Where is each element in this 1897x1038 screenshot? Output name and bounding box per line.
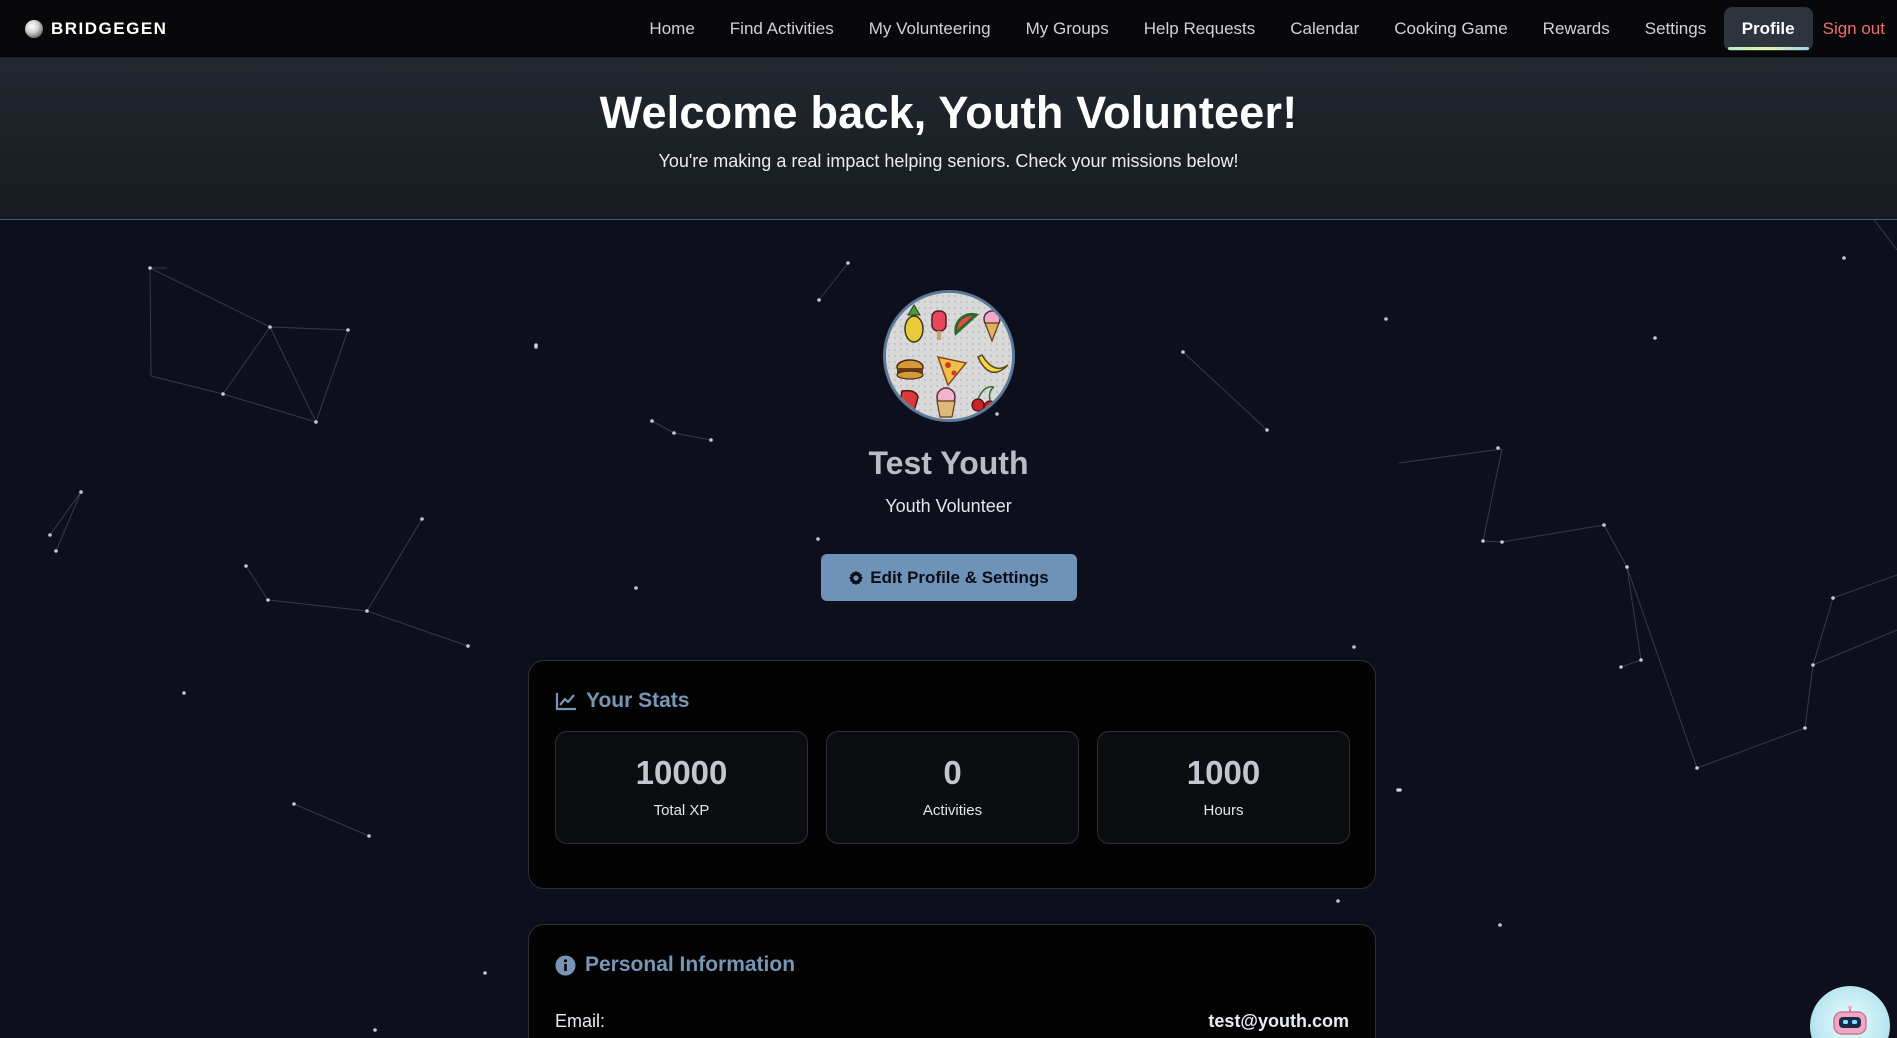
brand-name: BRIDGEGEN	[51, 18, 168, 38]
sign-out-link[interactable]: Sign out	[1823, 7, 1897, 51]
profile-header: Test Youth Youth Volunteer Edit Profile …	[0, 290, 1897, 601]
nav-item-my-volunteering[interactable]: My Volunteering	[851, 7, 1008, 51]
stat-total-xp: 10000 Total XP	[555, 731, 808, 844]
nav-item-rewards[interactable]: Rewards	[1525, 7, 1627, 51]
food-pattern-avatar-icon	[885, 293, 1012, 419]
robot-icon	[1833, 1006, 1867, 1035]
stat-value: 0	[943, 754, 962, 791]
edit-profile-label: Edit Profile & Settings	[870, 567, 1049, 587]
email-value: test@youth.com	[1208, 1011, 1349, 1031]
welcome-banner: Welcome back, Youth Volunteer! You're ma…	[0, 58, 1897, 220]
nav-item-profile[interactable]: Profile	[1723, 7, 1813, 51]
nav-item-settings[interactable]: Settings	[1627, 7, 1723, 51]
nav-item-find-activities[interactable]: Find Activities	[712, 7, 851, 51]
avatar[interactable]	[882, 290, 1015, 422]
brand[interactable]: BRIDGEGEN	[25, 19, 167, 39]
navbar: BRIDGEGEN Home Find Activities My Volunt…	[0, 0, 1897, 58]
welcome-subtitle: You're making a real impact helping seni…	[658, 151, 1239, 171]
nav-item-help-requests[interactable]: Help Requests	[1126, 7, 1273, 51]
welcome-title: Welcome back, Youth Volunteer!	[599, 87, 1298, 138]
stat-hours: 1000 Hours	[1097, 731, 1350, 844]
profile-name: Test Youth	[868, 445, 1029, 481]
stats-card: Your Stats 10000 Total XP 0 Activities 1…	[528, 660, 1376, 889]
stats-row: 10000 Total XP 0 Activities 1000 Hours	[555, 731, 1350, 844]
stat-value: 10000	[635, 754, 728, 791]
stat-label: Total XP	[653, 802, 710, 819]
personal-info-card: Personal Information Email: test@youth.c…	[528, 924, 1376, 1038]
nav-item-calendar[interactable]: Calendar	[1273, 7, 1377, 51]
nav-item-home[interactable]: Home	[632, 7, 712, 51]
personal-info-title-text: Personal Information	[585, 953, 796, 976]
gear-icon	[848, 570, 864, 586]
stat-activities: 0 Activities	[826, 731, 1079, 844]
stat-label: Hours	[1203, 802, 1244, 819]
profile-role: Youth Volunteer	[885, 496, 1012, 516]
stats-title-text: Your Stats	[586, 689, 690, 712]
personal-info-title: Personal Information	[555, 953, 795, 977]
nav-links: Home Find Activities My Volunteering My …	[632, 0, 1897, 58]
brand-logo-icon	[25, 19, 43, 38]
stat-value: 1000	[1186, 754, 1261, 791]
stat-label: Activities	[922, 802, 983, 819]
email-row: Email: test@youth.com	[555, 1011, 1349, 1032]
page: BRIDGEGEN Home Find Activities My Volunt…	[0, 0, 1897, 1038]
nav-item-my-groups[interactable]: My Groups	[1008, 7, 1126, 51]
chart-line-icon	[555, 691, 577, 711]
email-label: Email:	[555, 1011, 606, 1031]
nav-item-cooking-game[interactable]: Cooking Game	[1377, 7, 1525, 51]
stats-title: Your Stats	[555, 689, 689, 713]
info-icon	[555, 955, 576, 976]
edit-profile-button[interactable]: Edit Profile & Settings	[820, 554, 1077, 601]
